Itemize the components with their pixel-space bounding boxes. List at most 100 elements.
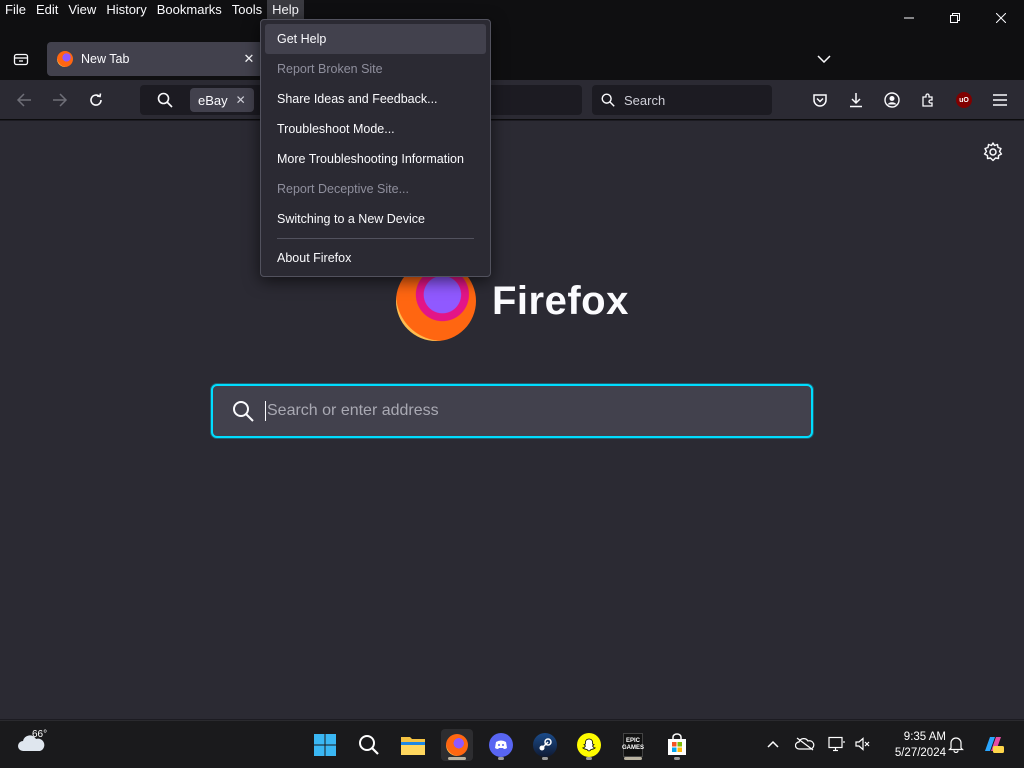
- weather-temperature: 66°: [32, 729, 48, 740]
- cloud-offline-icon: [795, 737, 815, 751]
- puzzle-piece-icon: [922, 93, 933, 107]
- forward-arrow-icon: [53, 93, 68, 107]
- menu-help[interactable]: Help: [267, 0, 304, 20]
- running-indicator: [498, 757, 504, 760]
- list-all-tabs-button[interactable]: [814, 50, 834, 68]
- pocket-icon: [813, 94, 827, 107]
- reload-button[interactable]: [82, 86, 110, 114]
- hamburger-menu-icon: [993, 94, 1007, 106]
- tab-close-button[interactable]: ✕: [239, 51, 259, 67]
- gear-icon: [983, 142, 1003, 162]
- firefox-app[interactable]: [441, 729, 473, 761]
- help-report-broken-site: Report Broken Site: [277, 62, 383, 76]
- downloads-button[interactable]: [844, 88, 868, 112]
- epic-games-app[interactable]: EPIC GAMES: [617, 729, 649, 761]
- chevron-up-icon: [767, 740, 779, 748]
- menu-separator: [277, 238, 474, 239]
- show-hidden-icons-button[interactable]: [762, 733, 784, 755]
- search-icon: [601, 93, 615, 107]
- help-switching-device[interactable]: Switching to a New Device: [265, 204, 486, 234]
- discord-icon: [489, 733, 513, 757]
- forward-button[interactable]: [46, 86, 74, 114]
- restore-button[interactable]: [932, 0, 978, 36]
- help-share-ideas[interactable]: Share Ideas and Feedback...: [265, 84, 486, 114]
- clock-date: 5/27/2024: [894, 747, 946, 759]
- download-icon: [850, 93, 862, 108]
- help-get-help[interactable]: Get Help: [265, 24, 486, 54]
- ublock-origin-icon: uO: [956, 92, 972, 108]
- volume-tray-button[interactable]: [852, 733, 874, 755]
- help-troubleshoot-mode[interactable]: Troubleshoot Mode...: [265, 114, 486, 144]
- snapchat-app[interactable]: [573, 729, 605, 761]
- minimize-icon: [904, 17, 914, 19]
- close-icon: [996, 13, 1006, 23]
- minimize-button[interactable]: [886, 0, 932, 36]
- firefox-view-icon: [13, 53, 29, 66]
- search-placeholder: Search or enter address: [267, 402, 439, 419]
- running-indicator: [674, 757, 680, 760]
- firefox-icon: [446, 734, 468, 756]
- network-monitor-icon: [828, 736, 845, 752]
- tab-strip: New Tab ✕: [0, 38, 1024, 80]
- system-clock[interactable]: 9:35 AM 5/27/2024: [880, 729, 946, 761]
- help-menu-dropdown: Get Help Report Broken Site Share Ideas …: [260, 19, 491, 277]
- running-indicator: [542, 757, 548, 760]
- start-button[interactable]: [309, 729, 341, 761]
- notifications-button[interactable]: [945, 733, 967, 755]
- back-button[interactable]: [10, 86, 38, 114]
- firefox-view-button[interactable]: [8, 46, 34, 72]
- windows-taskbar: 66° EPIC GAMES 9:35 AM 5/27/2024: [0, 720, 1024, 768]
- search-bar[interactable]: Search: [592, 85, 772, 115]
- search-engine-label: eBay: [198, 92, 228, 108]
- search-icon: [233, 401, 254, 422]
- extensions-button[interactable]: [916, 88, 940, 112]
- taskbar-search-button[interactable]: [353, 729, 385, 761]
- help-more-troubleshooting[interactable]: More Troubleshooting Information: [265, 144, 486, 174]
- search-icon: [359, 735, 379, 755]
- firefox-favicon-icon: [57, 51, 73, 67]
- copilot-button[interactable]: [980, 733, 1006, 755]
- file-explorer-app[interactable]: [397, 729, 429, 761]
- menu-edit[interactable]: Edit: [31, 0, 63, 20]
- back-arrow-icon: [16, 93, 31, 107]
- snapchat-icon: [577, 733, 601, 757]
- account-icon: [884, 92, 900, 108]
- network-tray-button[interactable]: [826, 733, 848, 755]
- menu-bookmarks[interactable]: Bookmarks: [152, 0, 227, 20]
- discord-app[interactable]: [485, 729, 517, 761]
- menu-tools[interactable]: Tools: [227, 0, 267, 20]
- search-engine-chip[interactable]: eBay ✕: [190, 88, 254, 112]
- menu-bar: File Edit View History Bookmarks Tools H…: [0, 0, 304, 20]
- title-bar: File Edit View History Bookmarks Tools H…: [0, 0, 1024, 38]
- running-indicator: [448, 757, 466, 760]
- copilot-icon: [985, 737, 1004, 753]
- new-tab-page: Firefox Search or enter address: [0, 121, 1024, 719]
- tab-new-tab[interactable]: New Tab ✕: [47, 42, 263, 76]
- account-button[interactable]: [880, 88, 904, 112]
- store-bag-icon: [668, 733, 686, 755]
- new-tab-search-input[interactable]: Search or enter address: [211, 384, 813, 438]
- bell-icon: [948, 737, 964, 753]
- menu-view[interactable]: View: [63, 0, 101, 20]
- pocket-button[interactable]: [808, 88, 832, 112]
- menu-file[interactable]: File: [0, 0, 31, 20]
- microsoft-store-app[interactable]: [661, 729, 693, 761]
- chevron-down-icon: [817, 55, 831, 63]
- onedrive-tray-button[interactable]: [794, 733, 816, 755]
- close-window-button[interactable]: [978, 0, 1024, 36]
- running-indicator: [624, 757, 642, 760]
- reload-icon: [90, 93, 102, 106]
- tab-title: New Tab: [81, 52, 130, 66]
- ublock-origin-button[interactable]: uO: [952, 88, 976, 112]
- help-report-deceptive-site: Report Deceptive Site...: [277, 182, 410, 196]
- help-about-firefox[interactable]: About Firefox: [265, 243, 486, 273]
- search-icon: [157, 92, 173, 108]
- speaker-muted-icon: [855, 737, 870, 751]
- app-menu-button[interactable]: [988, 88, 1012, 112]
- text-caret: [265, 401, 266, 421]
- remove-engine-button[interactable]: ✕: [236, 93, 246, 107]
- windows-logo-icon: [314, 734, 336, 756]
- menu-history[interactable]: History: [101, 0, 151, 20]
- steam-app[interactable]: [529, 729, 561, 761]
- personalize-new-tab-button[interactable]: [982, 141, 1004, 163]
